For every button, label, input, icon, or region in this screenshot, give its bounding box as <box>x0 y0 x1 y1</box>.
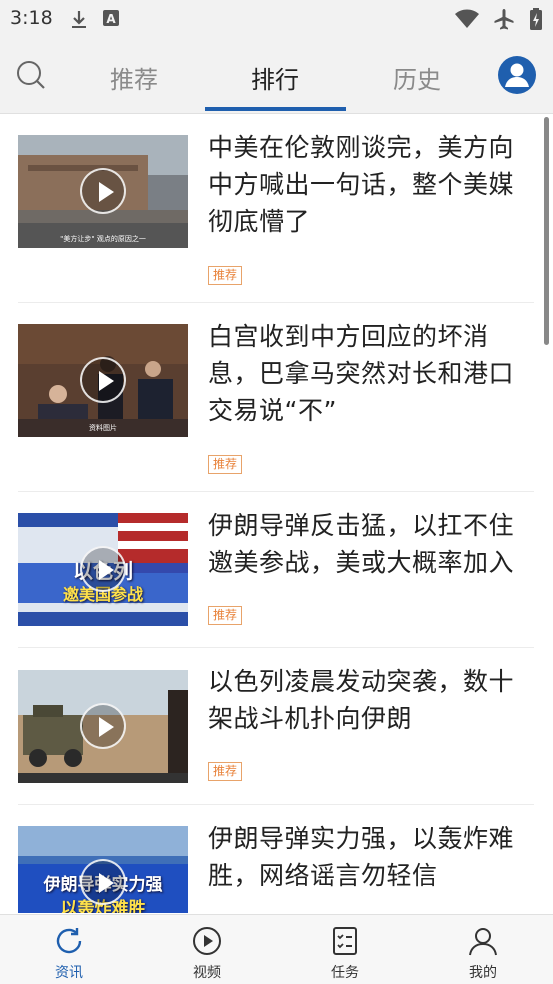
top-header: 推荐 排行 历史 <box>0 38 553 114</box>
task-list-icon <box>329 925 361 957</box>
top-tabs: 推荐 排行 历史 <box>80 38 480 114</box>
download-icon <box>70 9 88 33</box>
recommend-tag: 推荐 <box>208 266 243 285</box>
play-icon[interactable] <box>80 357 126 403</box>
news-item[interactable]: 以色列 邀美国参战 伊朗导弹反击猛，以扛不住邀美参战，美或大概率加入 推荐 <box>18 492 534 648</box>
news-item[interactable]: 资料图片 白宫收到中方回应的坏消息，巴拿马突然对长和港口交易说“不” 推荐 <box>18 303 534 492</box>
thumbnail-caption: 资料图片 <box>89 424 117 432</box>
news-title[interactable]: 中美在伦敦刚谈完，美方向中方喊出一句话，整个美媒彻底懵了 <box>208 129 528 240</box>
svg-text:A: A <box>106 12 116 26</box>
play-icon[interactable] <box>80 168 126 214</box>
nav-me[interactable]: 我的 <box>414 915 552 984</box>
active-tab-indicator <box>205 107 346 111</box>
news-feed: "美方让步" 观点的原因之一 中美在伦敦刚谈完，美方向中方喊出一句话，整个美媒彻… <box>0 115 553 913</box>
search-icon[interactable] <box>14 58 48 92</box>
play-icon[interactable] <box>80 703 126 749</box>
status-left-icons: A <box>70 9 120 33</box>
nav-video-label: 视频 <box>193 965 221 981</box>
news-title[interactable]: 伊朗导弹反击猛，以扛不住邀美参战，美或大概率加入 <box>208 507 528 581</box>
profile-avatar-icon[interactable] <box>498 56 536 94</box>
video-thumbnail[interactable]: "美方让步" 观点的原因之一 <box>18 135 188 248</box>
nav-video[interactable]: 视频 <box>138 915 276 984</box>
nav-news-label: 资讯 <box>55 965 83 981</box>
news-title[interactable]: 以色列凌晨发动突袭，数十架战斗机扑向伊朗 <box>208 663 528 737</box>
refresh-circle-icon <box>53 925 85 957</box>
recommend-tag: 推荐 <box>208 455 243 474</box>
airplane-icon <box>493 8 515 34</box>
recommend-tag: 推荐 <box>208 606 243 625</box>
tab-ranking[interactable]: 排行 <box>204 60 346 95</box>
feed-scrollbar[interactable] <box>544 117 549 345</box>
nav-tasks[interactable]: 任务 <box>276 915 414 984</box>
play-circle-icon <box>191 925 223 957</box>
news-item[interactable]: 以色列凌晨发动突袭，数十架战斗机扑向伊朗 推荐 <box>18 648 534 805</box>
video-thumbnail[interactable]: 伊朗导弹实力强 以轰炸难胜 <box>18 826 188 913</box>
news-title[interactable]: 白宫收到中方回应的坏消息，巴拿马突然对长和港口交易说“不” <box>208 318 528 429</box>
news-item[interactable]: 伊朗导弹实力强 以轰炸难胜 伊朗导弹实力强，以轰炸难胜，网络谣言勿轻信 <box>18 805 534 913</box>
status-time: 3:18 <box>10 7 53 29</box>
tab-recommend[interactable]: 推荐 <box>63 60 205 95</box>
wifi-icon <box>455 9 479 33</box>
thumbnail-caption: "美方让步" 观点的原因之一 <box>60 235 146 243</box>
nav-me-label: 我的 <box>469 965 497 981</box>
video-thumbnail[interactable]: 资料图片 <box>18 324 188 437</box>
play-icon[interactable] <box>80 546 126 592</box>
news-title[interactable]: 伊朗导弹实力强，以轰炸难胜，网络谣言勿轻信 <box>208 820 528 894</box>
bottom-nav: 资讯 视频 任务 我的 <box>0 914 553 984</box>
recommend-tag: 推荐 <box>208 762 243 781</box>
status-bar: 3:18 A <box>0 0 553 38</box>
tab-history[interactable]: 历史 <box>346 60 488 95</box>
nav-tasks-label: 任务 <box>331 965 359 981</box>
battery-icon <box>529 8 543 34</box>
status-right-icons <box>455 8 543 34</box>
a-badge-icon: A <box>102 9 120 33</box>
nav-news[interactable]: 资讯 <box>0 915 138 984</box>
video-thumbnail[interactable]: 以色列 邀美国参战 <box>18 513 188 626</box>
video-thumbnail[interactable] <box>18 670 188 783</box>
play-icon[interactable] <box>80 859 126 905</box>
person-icon <box>467 925 499 957</box>
news-item[interactable]: "美方让步" 观点的原因之一 中美在伦敦刚谈完，美方向中方喊出一句话，整个美媒彻… <box>18 115 534 303</box>
